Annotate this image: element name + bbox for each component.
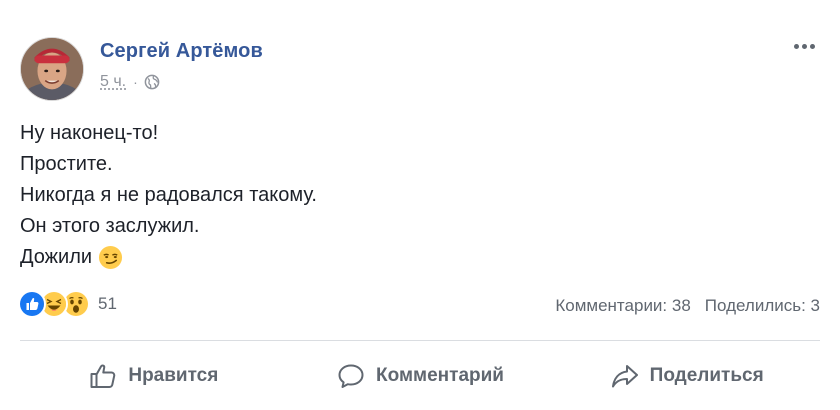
author-name[interactable]: Сергей Артёмов [100, 40, 263, 63]
post-text-line-3: Никогда я не радовался такому. [20, 184, 317, 206]
share-arrow-icon [610, 361, 640, 391]
post-text-line-2: Простите. [20, 153, 113, 175]
post-text-line-1: Ну наконец-то! [20, 122, 159, 144]
comment-bubble-icon [336, 361, 366, 391]
post-card: Сергей Артёмов 5 ч. · Ну наконец-то! Про… [0, 0, 840, 410]
post-text-line-4: Он этого заслужил. [20, 215, 200, 237]
more-dot [793, 43, 799, 49]
post-time[interactable]: 5 ч. [100, 73, 126, 91]
meta-separator: · [133, 74, 138, 90]
like-reaction-icon [18, 290, 46, 318]
post-text-line: Ну наконец-то! [20, 118, 820, 149]
post-text-line: Дожили [20, 242, 820, 273]
comments-count[interactable]: Комментарии: 38 [555, 296, 690, 316]
like-button[interactable]: Нравится [20, 352, 287, 400]
post-text: Ну наконец-то! Простите. Никогда я не ра… [20, 118, 820, 273]
reaction-count[interactable]: 51 [98, 294, 117, 314]
action-bar: Нравится Комментарий Поделиться [20, 352, 820, 400]
share-button[interactable]: Поделиться [553, 352, 820, 400]
avatar[interactable] [20, 37, 84, 101]
more-dot [809, 43, 815, 49]
avatar-image [21, 38, 83, 100]
thumbs-up-icon [88, 361, 118, 391]
engagement-counts: Комментарии: 38 Поделились: 3 [555, 296, 820, 316]
more-dots-icon[interactable] [788, 34, 820, 58]
more-dot [801, 43, 807, 49]
divider [20, 340, 820, 341]
post-text-line: Никогда я не радовался такому. [20, 180, 820, 211]
post-text-line: Он этого заслужил. [20, 211, 820, 242]
post-text-line-5: Дожили [20, 246, 93, 268]
comment-button[interactable]: Комментарий [287, 352, 554, 400]
smirking-face-emoji [98, 245, 123, 270]
share-button-label: Поделиться [649, 365, 764, 386]
like-button-label: Нравится [128, 365, 219, 386]
post-meta: 5 ч. · [100, 73, 160, 91]
comment-button-label: Комментарий [376, 365, 504, 386]
globe-icon[interactable] [144, 74, 160, 90]
reactions-summary[interactable]: 51 [18, 290, 117, 318]
shares-count[interactable]: Поделились: 3 [705, 296, 820, 316]
post-text-line: Простите. [20, 149, 820, 180]
